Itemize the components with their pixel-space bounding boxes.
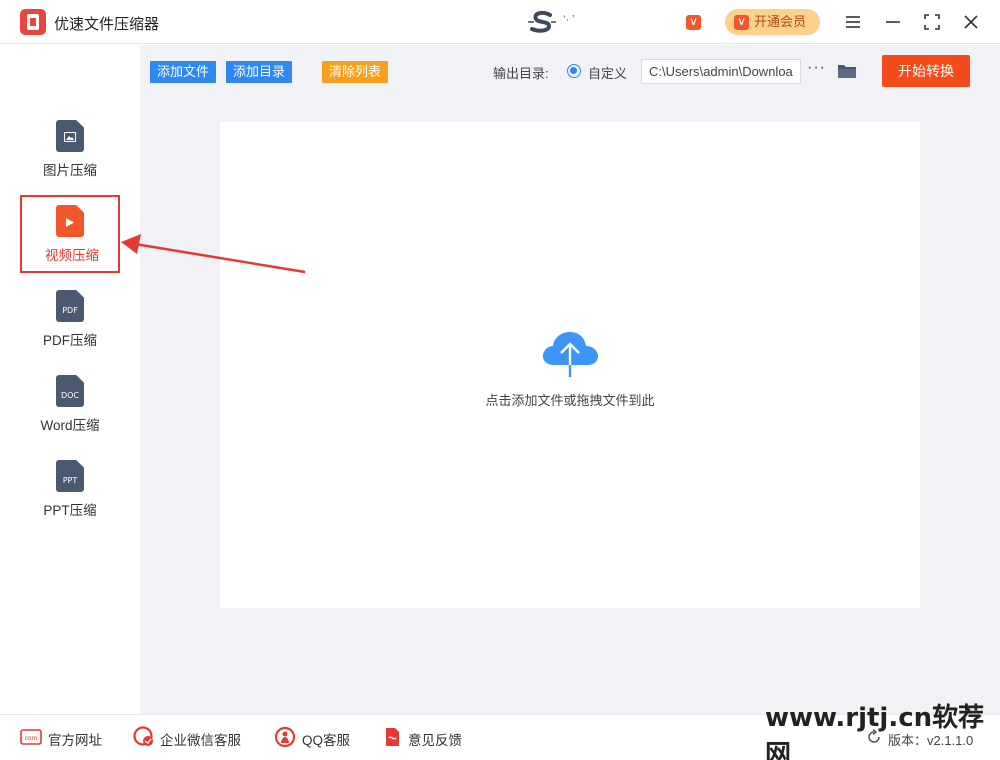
wechat-service-link[interactable]: 企业微信客服: [160, 729, 241, 749]
vip-badge-icon[interactable]: V: [686, 15, 701, 30]
more-options-button[interactable]: ···: [807, 59, 826, 77]
footer: com 官方网址 企业微信客服 QQ客服 意见反馈 www.rjtj.cn软荐网…: [0, 703, 1000, 760]
user-avatar-icon[interactable]: [527, 10, 557, 34]
custom-radio-label[interactable]: 自定义: [588, 63, 627, 82]
feedback-link[interactable]: 意见反馈: [408, 729, 462, 749]
sidebar: 图片压缩 视频压缩 PDF PDF压缩 DOC Word压缩 PPT PPT压缩: [0, 45, 140, 714]
sidebar-item-pdf[interactable]: PDF PDF压缩: [20, 280, 120, 358]
qq-service-link[interactable]: QQ客服: [302, 729, 350, 749]
open-vip-label: 开通会员: [754, 14, 807, 29]
add-file-button[interactable]: 添加文件: [150, 61, 217, 83]
sidebar-item-image[interactable]: 图片压缩: [20, 110, 120, 188]
sidebar-item-label: Word压缩: [40, 418, 100, 433]
sidebar-item-label: 图片压缩: [43, 163, 97, 178]
sidebar-item-video[interactable]: 视频压缩: [20, 195, 120, 273]
svg-text:com: com: [25, 735, 38, 742]
folder-icon[interactable]: [837, 62, 857, 80]
app-title: 优速文件压缩器: [54, 16, 160, 33]
main-panel: 添加文件 添加目录 清除列表 输出目录: 自定义 ··· 开始转换 点击添加文件…: [140, 45, 1000, 714]
ppt-icon-text: PPT: [62, 476, 78, 485]
user-name[interactable]: ’· ʼ: [563, 14, 575, 26]
vip-icon: V: [734, 15, 749, 30]
minimize-icon[interactable]: [881, 10, 905, 34]
app-logo-icon: [20, 9, 46, 35]
doc-icon-text: DOC: [60, 391, 80, 400]
maximize-icon[interactable]: [920, 10, 944, 34]
dropzone-hint: 点击添加文件或拖拽文件到此: [485, 393, 655, 408]
output-path-input[interactable]: [641, 59, 801, 84]
image-file-icon: [56, 120, 84, 152]
sidebar-item-label: PDF压缩: [43, 333, 97, 348]
cloud-upload-icon: [542, 332, 598, 377]
refresh-icon[interactable]: [866, 729, 882, 745]
menu-icon[interactable]: [841, 10, 865, 34]
open-vip-button[interactable]: V 开通会员: [725, 9, 820, 35]
title-bar: 优速文件压缩器 ’· ʼ V V 开通会员: [0, 0, 1000, 44]
output-dir-label: 输出目录:: [493, 66, 549, 81]
doc-file-icon: DOC: [56, 375, 84, 407]
custom-radio[interactable]: [567, 64, 581, 78]
website-link[interactable]: 官方网址: [48, 729, 102, 749]
clear-list-button[interactable]: 清除列表: [322, 61, 389, 83]
qq-icon: [274, 726, 296, 748]
sidebar-item-ppt[interactable]: PPT PPT压缩: [20, 450, 120, 528]
pdf-file-icon: PDF: [56, 290, 84, 322]
video-file-icon: [56, 205, 84, 237]
feedback-icon: [386, 728, 399, 746]
pdf-icon-text: PDF: [62, 306, 78, 315]
ppt-file-icon: PPT: [56, 460, 84, 492]
sidebar-item-label: 视频压缩: [45, 248, 99, 263]
wechat-service-icon: [133, 726, 153, 746]
add-folder-button[interactable]: 添加目录: [226, 61, 293, 83]
version-text: 版本：v2.1.1.0: [888, 733, 974, 748]
close-icon[interactable]: [959, 10, 983, 34]
file-dropzone[interactable]: 点击添加文件或拖拽文件到此: [220, 122, 920, 608]
website-icon: com: [20, 729, 42, 745]
sidebar-item-word[interactable]: DOC Word压缩: [20, 365, 120, 443]
watermark: www.rjtj.cn软荐网: [765, 703, 985, 760]
sidebar-item-label: PPT压缩: [43, 503, 97, 518]
annotation-arrow: [121, 234, 306, 274]
start-convert-button[interactable]: 开始转换: [882, 55, 970, 87]
